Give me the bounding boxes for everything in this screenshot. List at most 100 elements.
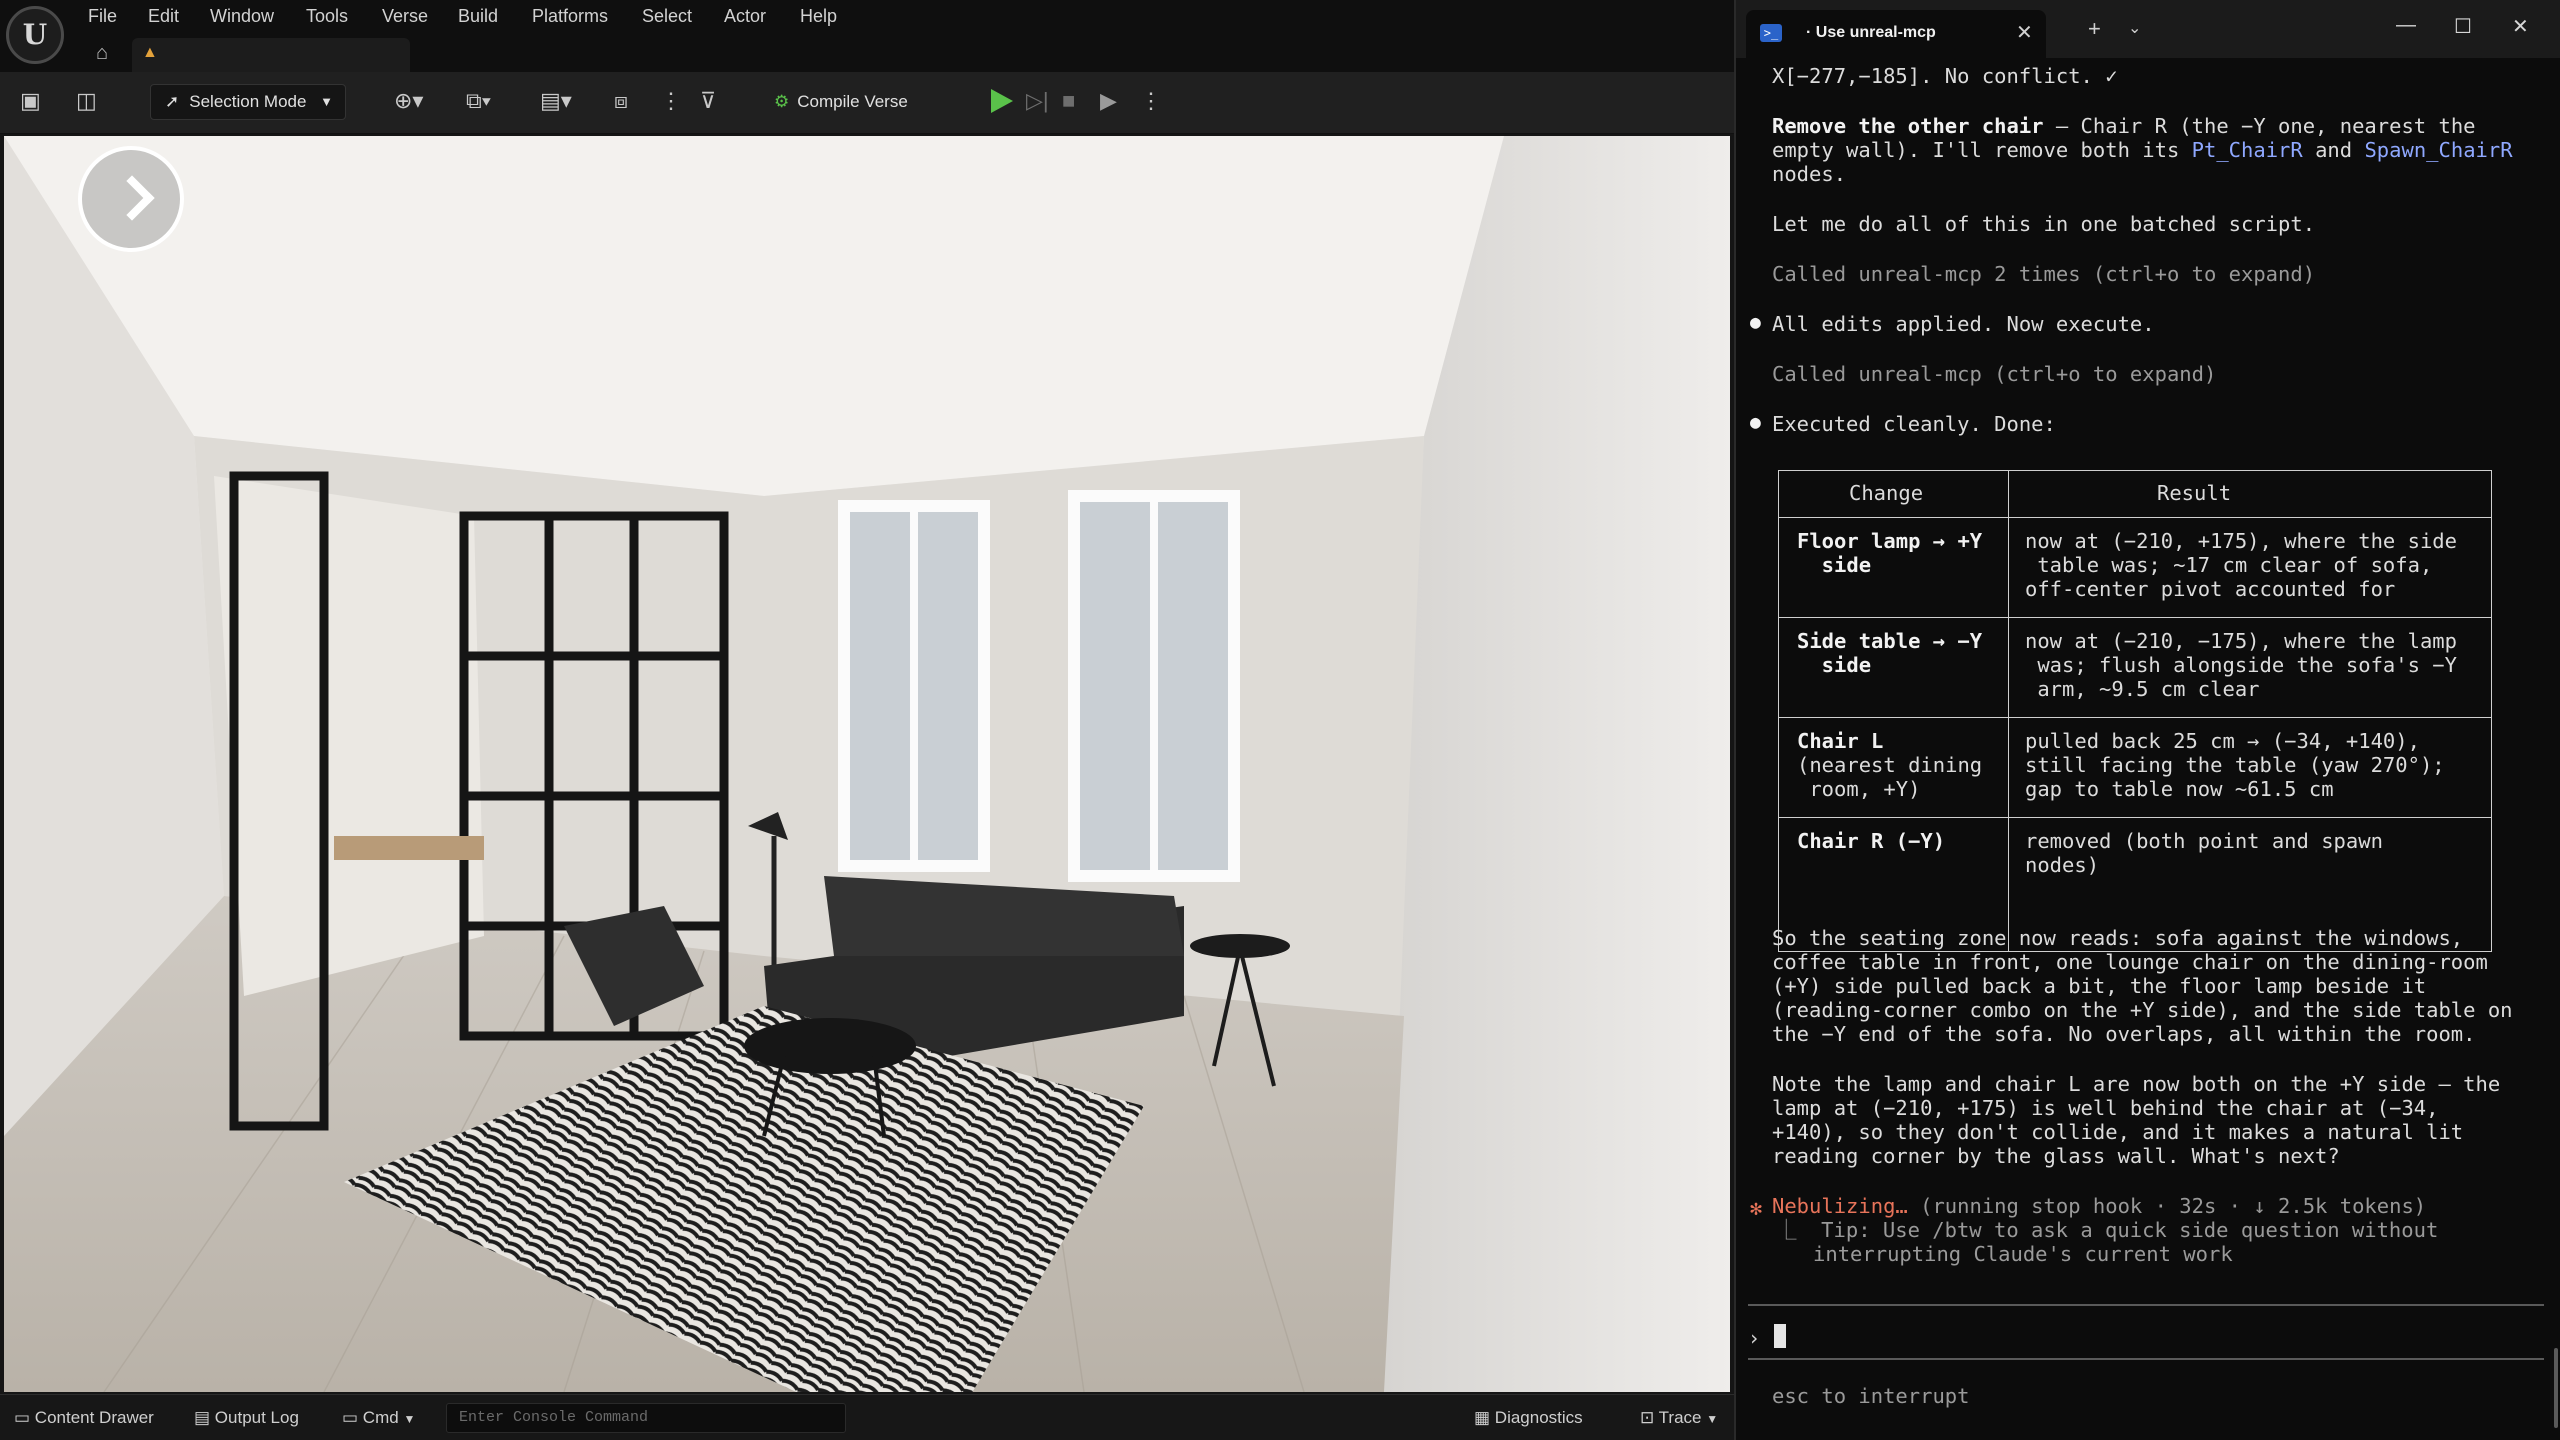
menu-window[interactable]: Window [210, 3, 274, 29]
menu-actor[interactable]: Actor [724, 3, 766, 29]
menu-edit[interactable]: Edit [148, 3, 179, 29]
diagnostics-button[interactable]: ▦ Diagnostics [1474, 1407, 1583, 1429]
table-cell: arm, ~9.5 cm clear [2025, 677, 2260, 701]
output-line: lamp at (−210, +175) is well behind the … [1772, 1096, 2439, 1120]
stop-icon[interactable]: ■ [1062, 86, 1075, 116]
output-line: empty wall). I'll remove both its Pt_Cha… [1772, 138, 2513, 162]
terminal-tab[interactable]: >_ · Use unreal-mcp ✕ [1746, 10, 2046, 58]
play-icon[interactable] [986, 86, 1016, 116]
terminal-icon: ▭ [342, 1408, 359, 1427]
menu-platforms[interactable]: Platforms [532, 3, 608, 29]
output-line: So the seating zone now reads: sofa agai… [1772, 926, 2464, 950]
menu-select[interactable]: Select [642, 3, 692, 29]
table-header: Change [1849, 481, 1924, 505]
play-options-icon[interactable]: ⋮ [1140, 86, 1162, 116]
blueprint-icon[interactable]: ⧉▾ [466, 86, 491, 116]
prompt-divider [1748, 1358, 2544, 1360]
menu-build[interactable]: Build [458, 3, 498, 29]
eject-icon[interactable]: ▶ [1100, 86, 1117, 116]
main-toolbar: ▣ ◫ ➚ Selection Mode ▼ ⊕▾ ⧉▾ ▤▾ ⧈ ⋮ ⊽ ⚙ Co… [0, 72, 1734, 134]
menu-bar: U File Edit Window Tools Verse Build Pla… [0, 0, 1734, 72]
changes-table: Change Result Floor lamp → +Y side now a… [1778, 470, 2492, 952]
content-drawer-button[interactable]: ▭ Content Drawer [14, 1407, 154, 1429]
table-cell: off-center pivot accounted for [2025, 577, 2396, 601]
compile-icon: ⚙ [774, 92, 790, 111]
cmd-dropdown[interactable]: ▭ Cmd ▼ [342, 1407, 415, 1430]
verse-icon[interactable]: ⊽ [700, 86, 716, 116]
tab-dropdown-icon[interactable]: ⌄ [2128, 18, 2141, 38]
table-cell: room, +Y) [1797, 777, 1921, 801]
step-icon[interactable]: ▷| [1026, 86, 1049, 116]
table-cell: side [1797, 553, 1872, 577]
unreal-editor-window: U File Edit Window Tools Verse Build Pla… [0, 0, 1734, 1440]
tip-line: interrupting Claude's current work [1776, 1242, 2233, 1266]
minimize-icon[interactable]: — [2396, 14, 2416, 37]
maximize-icon[interactable]: ☐ [2454, 14, 2472, 39]
diagnostics-icon: ▦ [1474, 1408, 1491, 1427]
menu-tools[interactable]: Tools [306, 3, 348, 29]
prompt-chevron-icon: › [1748, 1326, 1761, 1350]
save-icon[interactable]: ▣ [20, 86, 41, 116]
close-tab-icon[interactable]: ✕ [2016, 20, 2033, 45]
table-header: Result [2157, 481, 2232, 505]
table-divider [1779, 817, 2491, 818]
viewport-expand-button[interactable] [78, 146, 184, 252]
table-cell: Side table → −Y [1797, 629, 1983, 653]
chevron-down-icon: ▼ [320, 94, 333, 109]
close-window-icon[interactable]: ✕ [2512, 14, 2529, 39]
bullet-icon: ● [1750, 312, 1761, 333]
console-command-input[interactable]: Enter Console Command [446, 1403, 846, 1433]
status-line: Nebulizing… (running stop hook · 32s · ↓… [1772, 1194, 2427, 1218]
compile-verse-button[interactable]: ⚙ Compile Verse [774, 84, 908, 120]
output-line: nodes. [1772, 162, 1847, 186]
output-line: coffee table in front, one lounge chair … [1772, 950, 2488, 974]
cinematics-icon[interactable]: ▤▾ [540, 86, 572, 116]
output-line: Note the lamp and chair L are now both o… [1772, 1072, 2501, 1096]
output-log-button[interactable]: ▤ Output Log [194, 1407, 299, 1429]
level-viewport[interactable] [4, 136, 1730, 1392]
table-divider [1779, 717, 2491, 718]
table-cell: pulled back 25 cm → (−34, +140), [2025, 729, 2420, 753]
prompt-divider [1748, 1304, 2544, 1306]
trace-dropdown[interactable]: ⊡ Trace ▼ [1640, 1407, 1718, 1430]
new-tab-icon[interactable]: + [2088, 16, 2101, 42]
tool-call-line[interactable]: Called unreal-mcp 2 times (ctrl+o to exp… [1772, 262, 2315, 286]
menu-help[interactable]: Help [800, 3, 837, 29]
table-cell: now at (−210, +175), where the side [2025, 529, 2457, 553]
output-line: (+Y) side pulled back a bit, the floor l… [1772, 974, 2427, 998]
more-options-icon[interactable]: ⋮ [660, 86, 682, 116]
table-cell: was; flush alongside the sofa's −Y [2025, 653, 2457, 677]
table-cell: removed (both point and spawn [2025, 829, 2383, 853]
table-cell: nodes) [2025, 853, 2100, 877]
terminal-window: >_ · Use unreal-mcp ✕ + ⌄ — ☐ ✕ X[−277,−… [1734, 0, 2560, 1440]
tool-call-line[interactable]: Called unreal-mcp (ctrl+o to expand) [1772, 362, 2216, 386]
table-cell: Floor lamp → +Y [1797, 529, 1983, 553]
warning-icon: ▲ [142, 44, 158, 61]
selection-mode-dropdown[interactable]: ➚ Selection Mode ▼ [150, 84, 346, 120]
level-tab[interactable]: ▲ [132, 38, 410, 72]
snap-icon[interactable]: ⧈ [614, 86, 628, 116]
output-line: (reading-corner combo on the +Y side), a… [1772, 998, 2513, 1022]
powershell-icon: >_ [1760, 24, 1782, 42]
output-line: Let me do all of this in one batched scr… [1772, 212, 2316, 236]
output-line: the −Y end of the sofa. No overlaps, all… [1772, 1022, 2476, 1046]
prompt-input[interactable] [1774, 1324, 1786, 1348]
status-bar: ▭ Content Drawer ▤ Output Log ▭ Cmd ▼ En… [0, 1394, 1734, 1440]
scrollbar[interactable] [2554, 1348, 2558, 1428]
spinner-icon: ✻ [1750, 1196, 1763, 1220]
table-cell: still facing the table (yaw 270°); [2025, 753, 2445, 777]
menu-verse[interactable]: Verse [382, 3, 428, 29]
output-line: +140), so they don't collide, and it mak… [1772, 1120, 2464, 1144]
terminal-tab-title: · Use unreal-mcp [1806, 24, 1936, 41]
add-actor-icon[interactable]: ⊕▾ [394, 86, 423, 116]
table-cell: now at (−210, −175), where the lamp [2025, 629, 2457, 653]
table-divider [1779, 517, 2491, 518]
table-cell: Chair R (−Y) [1797, 829, 1946, 853]
menu-file[interactable]: File [88, 3, 117, 29]
table-cell: side [1797, 653, 1872, 677]
chevron-down-icon: ▼ [1706, 1412, 1719, 1426]
trace-icon: ⊡ [1640, 1408, 1655, 1427]
browse-icon[interactable]: ◫ [76, 86, 97, 116]
unreal-logo-icon[interactable]: U [6, 6, 64, 64]
home-icon[interactable]: ⌂ [96, 42, 108, 65]
